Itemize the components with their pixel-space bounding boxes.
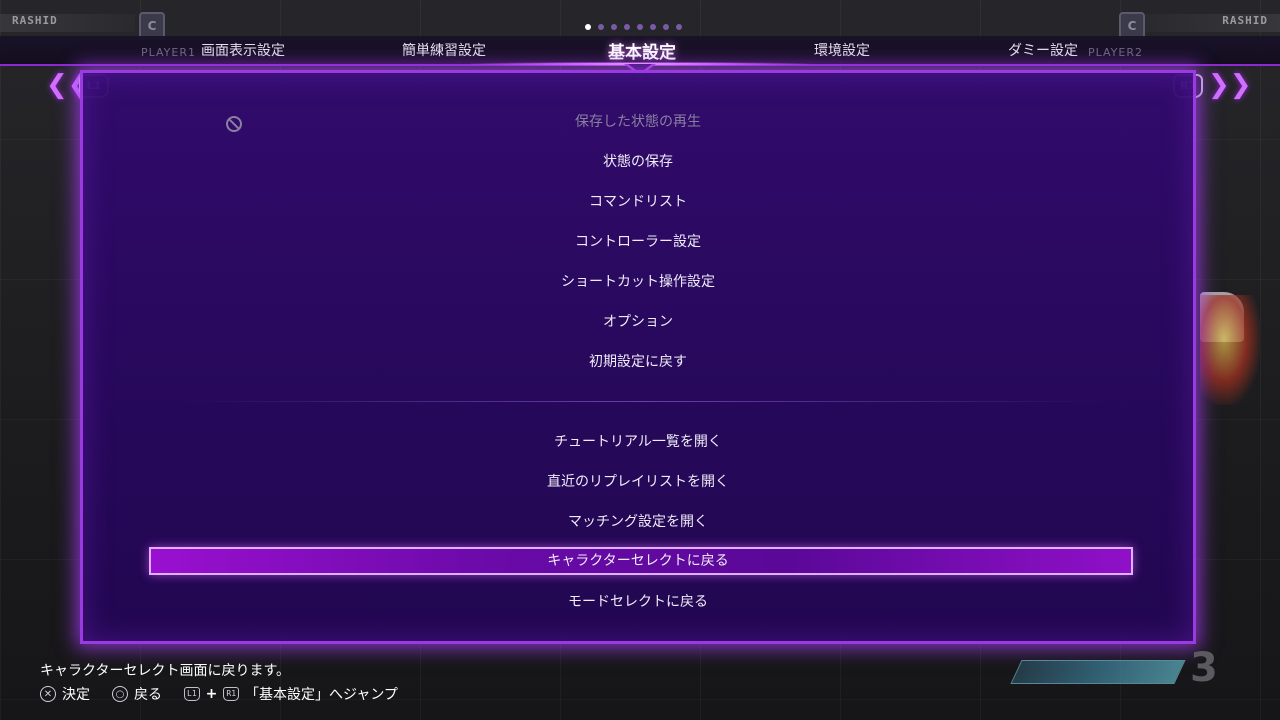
page-dot-active xyxy=(585,24,591,30)
page-dot xyxy=(650,24,656,30)
menu-item-open-matching-settings[interactable]: マッチング設定を開く xyxy=(83,510,1193,534)
tab-environment-settings[interactable]: 環境設定 xyxy=(814,40,870,60)
menu-item-save-state[interactable]: 状態の保存 xyxy=(83,150,1193,174)
menu-item-reset-defaults[interactable]: 初期設定に戻す xyxy=(83,350,1193,374)
confirm-label: 決定 xyxy=(62,687,90,703)
menu-item-replay-saved-state: 保存した状態の再生 xyxy=(575,114,701,130)
player2-label: PLAYER2 xyxy=(1088,46,1143,59)
menu-item-controller-settings[interactable]: コントローラー設定 xyxy=(83,230,1193,254)
menu-item-open-recent-replays[interactable]: 直近のリプレイリストを開く xyxy=(83,470,1193,494)
plus-label: + xyxy=(205,686,218,702)
page-dot xyxy=(676,24,682,30)
menu-item-shortcut-settings[interactable]: ショートカット操作設定 xyxy=(83,270,1193,294)
page-dot xyxy=(598,24,604,30)
page-indicator xyxy=(585,24,682,30)
tab-easy-practice-settings[interactable]: 簡単練習設定 xyxy=(402,40,486,60)
cross-button-icon: ✕ xyxy=(40,686,56,702)
menu-item-back-to-character-select[interactable]: キャラクターセレクトに戻る xyxy=(83,549,1193,573)
button-guide: ✕ 決定 ○ 戻る L1 + R1 「基本設定」へジャンプ xyxy=(40,684,398,704)
menu-item-command-list[interactable]: コマンドリスト xyxy=(83,190,1193,214)
jump-label: 「基本設定」へジャンプ xyxy=(245,687,398,703)
menu-item-options[interactable]: オプション xyxy=(83,310,1193,334)
selected-item-description: キャラクターセレクト画面に戻ります。 xyxy=(40,663,291,679)
player1-name: RASHID xyxy=(12,14,58,27)
tab-dummy-settings[interactable]: ダミー設定 xyxy=(1008,40,1078,60)
character-sprite xyxy=(1200,295,1260,405)
drive-gauge xyxy=(1010,660,1186,684)
menu-item-back-to-mode-select[interactable]: モードセレクトに戻る xyxy=(83,590,1193,614)
page-dot xyxy=(624,24,630,30)
back-label: 戻る xyxy=(134,687,162,703)
tab-basic-settings[interactable]: 基本設定 xyxy=(608,38,676,63)
menu-item-open-tutorials[interactable]: チュートリアル一覧を開く xyxy=(83,430,1193,454)
page-dot xyxy=(611,24,617,30)
r1-small-icon: R1 xyxy=(223,687,240,701)
menu-divider xyxy=(187,401,1099,402)
chevron-right-icon[interactable]: ❯❯ xyxy=(1208,71,1252,99)
round-indicator: 3 xyxy=(1190,645,1218,691)
player2-name: RASHID xyxy=(1222,14,1268,27)
page-dot xyxy=(637,24,643,30)
settings-menu-panel: 保存した状態の再生 状態の保存 コマンドリスト コントローラー設定 ショートカッ… xyxy=(80,70,1196,644)
tab-display-settings[interactable]: 画面表示設定 xyxy=(201,40,285,60)
player1-label: PLAYER1 xyxy=(141,46,196,59)
l1-small-icon: L1 xyxy=(184,687,200,701)
circle-button-icon: ○ xyxy=(112,686,128,702)
page-dot xyxy=(663,24,669,30)
